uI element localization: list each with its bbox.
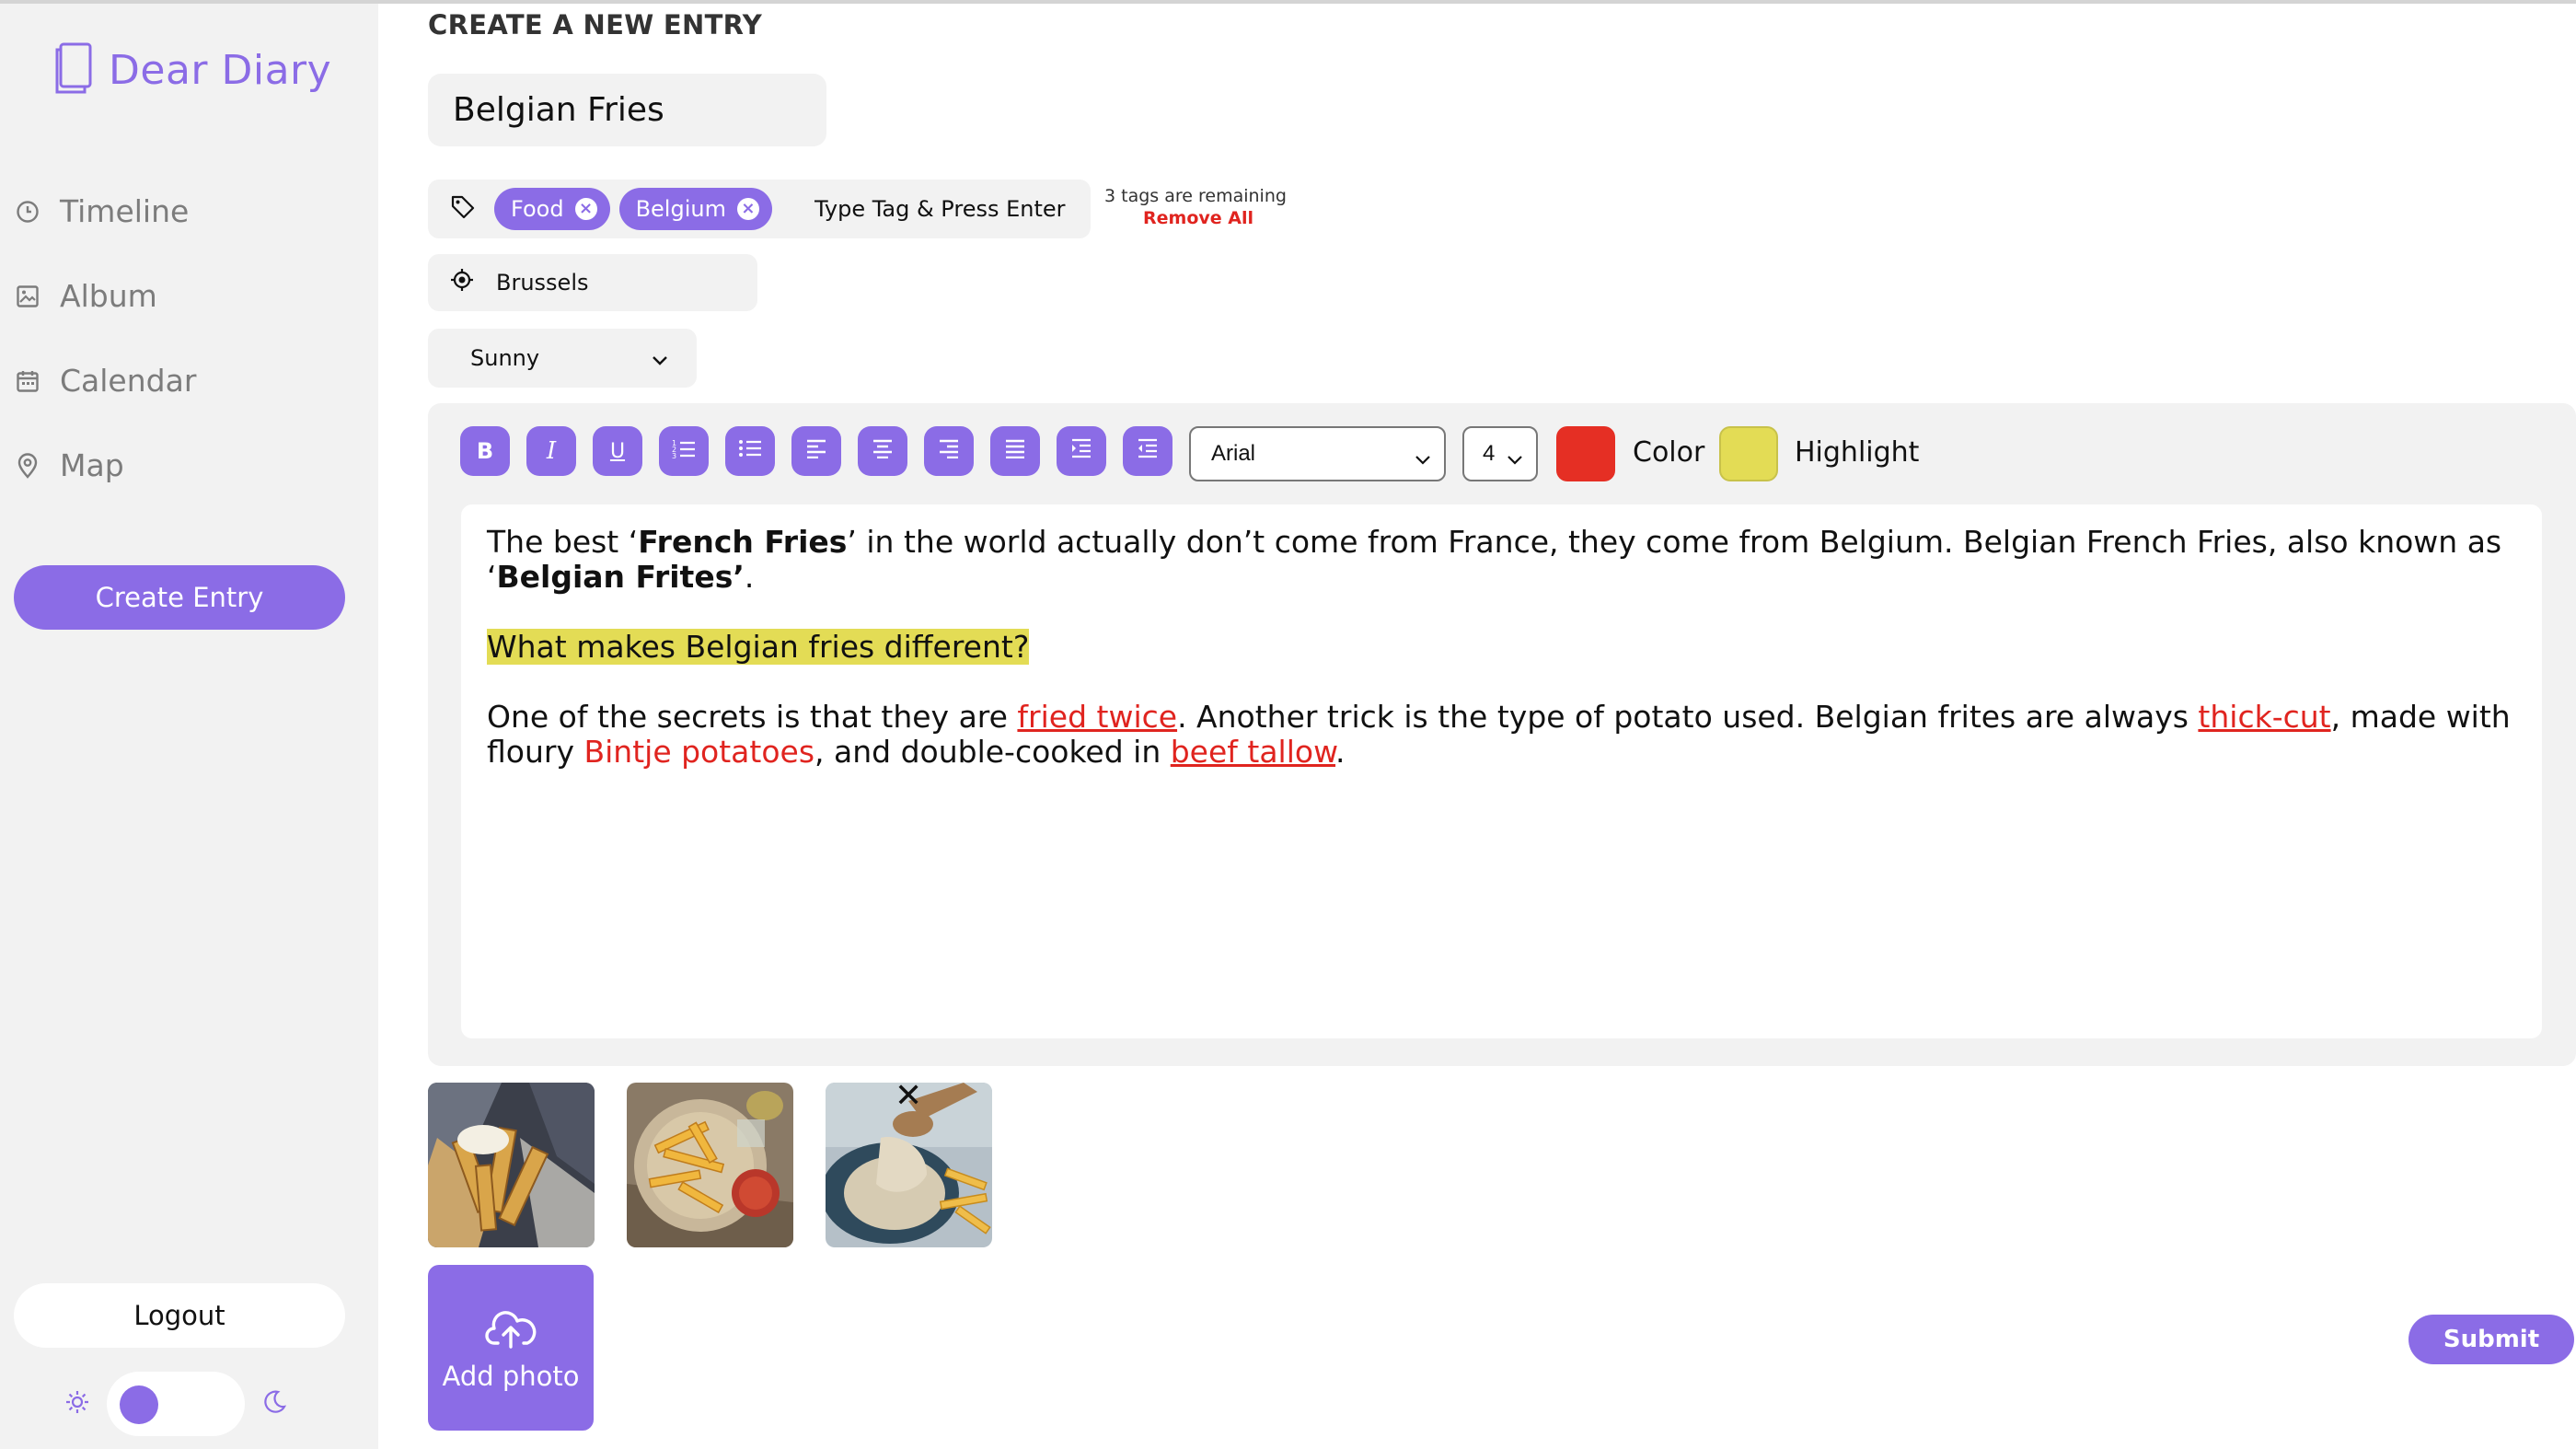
remove-tag-icon[interactable]: × [574, 198, 597, 220]
theme-toggle[interactable] [107, 1372, 245, 1436]
brand[interactable]: Dear Diary [53, 42, 331, 98]
chevron-down-icon [1415, 446, 1431, 472]
add-photo-label: Add photo [442, 1360, 580, 1392]
font-size-select[interactable]: 4 [1462, 426, 1538, 481]
text-link[interactable]: fried twice [1017, 699, 1177, 735]
fries-with-mayo-photo[interactable] [428, 1083, 595, 1247]
text-color-label: Color [1633, 436, 1705, 469]
outdent-icon [1137, 437, 1159, 465]
editor-toolbar: B I U 123 [460, 426, 1189, 476]
location-target-icon [450, 268, 474, 297]
tags-input-box[interactable]: Food × Belgium × [428, 180, 1091, 238]
svg-text:3: 3 [672, 452, 676, 458]
align-justify-button[interactable] [990, 426, 1040, 476]
chevron-down-icon [1507, 446, 1523, 472]
align-left-icon [805, 437, 827, 465]
editor-paragraph: The best ‘French Fries’ in the world act… [487, 524, 2502, 595]
editor-paragraph: What makes Belgian fries different? [487, 629, 2516, 665]
sidebar-item-map[interactable]: Map [16, 447, 124, 483]
unordered-list-icon [738, 437, 762, 465]
entry-title-input[interactable] [428, 74, 826, 146]
weather-value: Sunny [470, 345, 540, 371]
image-icon [16, 284, 40, 308]
moon-icon[interactable] [261, 1389, 287, 1419]
unordered-list-button[interactable] [725, 426, 775, 476]
italic-label: I [546, 437, 557, 465]
rich-text-editor[interactable]: The best ‘French Fries’ in the world act… [461, 504, 2542, 1038]
theme-toggle-knob [120, 1385, 158, 1424]
italic-button[interactable]: I [526, 426, 576, 476]
text-link[interactable]: beef tallow [1171, 734, 1335, 770]
editor-paragraph: One of the secrets is that they are frie… [487, 699, 2511, 770]
logout-button[interactable]: Logout [14, 1283, 345, 1348]
ordered-list-button[interactable]: 123 [659, 426, 709, 476]
tag-label: Belgium [635, 196, 726, 222]
tag-input[interactable] [812, 195, 1089, 223]
font-family-select[interactable]: Arial [1189, 426, 1446, 481]
theme-toggle-row [64, 1372, 287, 1436]
sidebar-item-label: Map [60, 447, 124, 483]
chevron-down-icon [651, 347, 669, 373]
font-family-value: Arial [1211, 441, 1256, 466]
bold-button[interactable]: B [460, 426, 510, 476]
location-field[interactable]: Brussels [428, 254, 757, 311]
highlight-color-swatch[interactable] [1719, 426, 1778, 481]
text-color-swatch[interactable] [1556, 426, 1615, 481]
bold-label: B [476, 438, 494, 464]
cloud-upload-icon [485, 1310, 537, 1355]
weather-select[interactable]: Sunny [428, 329, 697, 388]
brand-name: Dear Diary [109, 46, 332, 94]
sidebar-item-label: Timeline [60, 193, 190, 229]
align-right-button[interactable] [924, 426, 974, 476]
top-divider [0, 0, 2576, 4]
tags-remaining-text: 3 tags are remaining [1104, 186, 1287, 206]
fries-with-ketchup-photo[interactable] [627, 1083, 793, 1247]
sidebar-item-label: Album [60, 278, 157, 314]
remove-all-tags-link[interactable]: Remove All [1143, 208, 1253, 228]
map-pin-icon [16, 452, 40, 479]
add-photo-button[interactable]: Add photo [428, 1265, 594, 1431]
location-value: Brussels [496, 270, 589, 296]
tag-icon [450, 194, 476, 224]
text-link[interactable]: thick-cut [2198, 699, 2330, 735]
align-left-button[interactable] [791, 426, 841, 476]
submit-button[interactable]: Submit [2409, 1315, 2574, 1364]
ordered-list-icon: 123 [672, 437, 696, 465]
remove-tag-icon[interactable]: × [736, 198, 759, 220]
outdent-button[interactable] [1123, 426, 1172, 476]
font-size-value: 4 [1483, 441, 1496, 466]
sidebar-item-calendar[interactable]: Calendar [16, 363, 196, 399]
underline-button[interactable]: U [593, 426, 642, 476]
tag-chip: Food × [494, 188, 610, 230]
sun-icon[interactable] [64, 1389, 90, 1419]
highlight-label: Highlight [1795, 436, 1920, 469]
page-title: CREATE A NEW ENTRY [428, 9, 763, 41]
indent-button[interactable] [1057, 426, 1106, 476]
remove-photo-icon[interactable]: ✕ [895, 1077, 922, 1115]
align-justify-icon [1004, 437, 1026, 465]
colored-text: Bintje potatoes [583, 734, 815, 770]
tag-chip: Belgium × [618, 188, 772, 230]
underline-label: U [609, 439, 626, 463]
sidebar-item-label: Calendar [60, 363, 197, 399]
tag-label: Food [511, 196, 564, 222]
highlighted-text: What makes Belgian fries different? [487, 629, 1030, 665]
align-center-icon [872, 437, 894, 465]
create-entry-button[interactable]: Create Entry [14, 565, 345, 630]
calendar-icon [16, 369, 40, 393]
sidebar-item-timeline[interactable]: Timeline [16, 193, 189, 229]
indent-icon [1070, 437, 1092, 465]
diary-book-icon [53, 42, 94, 98]
align-center-button[interactable] [858, 426, 907, 476]
sidebar-item-album[interactable]: Album [16, 278, 157, 314]
clock-icon [16, 200, 40, 224]
align-right-icon [938, 437, 960, 465]
